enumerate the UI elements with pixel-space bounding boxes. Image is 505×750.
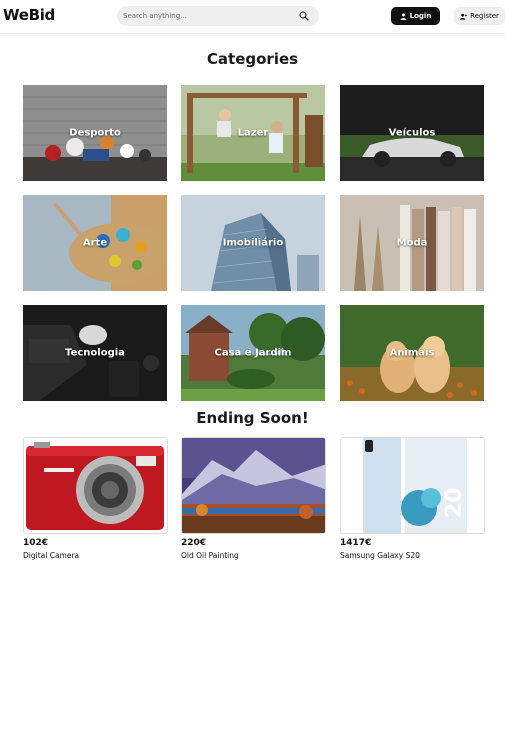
category-label: Desporto [69, 127, 121, 139]
category-tile-moda[interactable]: Moda [340, 195, 484, 291]
login-label: Login [409, 12, 432, 20]
oil-painting-image [182, 438, 325, 533]
product-price: 220€ [181, 538, 207, 548]
search-icon[interactable] [299, 11, 309, 21]
login-button[interactable]: Login [391, 7, 440, 25]
category-tile-casa-e-jardim[interactable]: Casa e Jardim [181, 305, 325, 401]
register-label: Register [470, 12, 499, 20]
category-label: Moda [396, 237, 428, 249]
site-logo[interactable]: WeBid [3, 6, 55, 24]
svg-text:20: 20 [442, 487, 467, 518]
product-image[interactable] [23, 437, 168, 534]
category-label: Tecnologia [65, 347, 125, 359]
category-tile-desporto[interactable]: Desporto [23, 85, 167, 181]
category-label: Animais [389, 347, 435, 359]
category-label: Lazer [237, 127, 269, 139]
category-tile-tecnologia[interactable]: Tecnologia [23, 305, 167, 401]
search-bar [117, 6, 319, 26]
category-label: Arte [82, 237, 108, 249]
ending-soon-title: Ending Soon! [196, 409, 309, 427]
category-tile-veiculos[interactable]: Veículos [340, 85, 484, 181]
product-price: 1417€ [340, 538, 372, 548]
smartphone-image: 20 [341, 438, 484, 533]
category-label: Veículos [388, 127, 436, 139]
red-camera-image [24, 438, 167, 533]
user-icon [400, 12, 407, 20]
category-tile-lazer[interactable]: Lazer [181, 85, 325, 181]
category-tile-arte[interactable]: Arte [23, 195, 167, 291]
search-input[interactable] [123, 6, 293, 26]
category-label: Casa e Jardim [214, 347, 292, 359]
top-navbar: WeBid Login Register [0, 0, 505, 34]
product-image[interactable] [181, 437, 326, 534]
category-tile-animais[interactable]: Animais [340, 305, 484, 401]
user-plus-icon [460, 13, 468, 20]
category-tile-imobiliario[interactable]: Imobiliário [181, 195, 325, 291]
product-image[interactable]: 20 [340, 437, 485, 534]
product-name[interactable]: Digital Camera [23, 551, 79, 560]
category-label: Imobiliário [222, 237, 284, 249]
product-price: 102€ [23, 538, 49, 548]
categories-title: Categories [206, 50, 299, 68]
product-name[interactable]: Samsung Galaxy S20 [340, 551, 420, 560]
product-name[interactable]: Old Oil Painting [181, 551, 239, 560]
register-button[interactable]: Register [454, 7, 505, 25]
